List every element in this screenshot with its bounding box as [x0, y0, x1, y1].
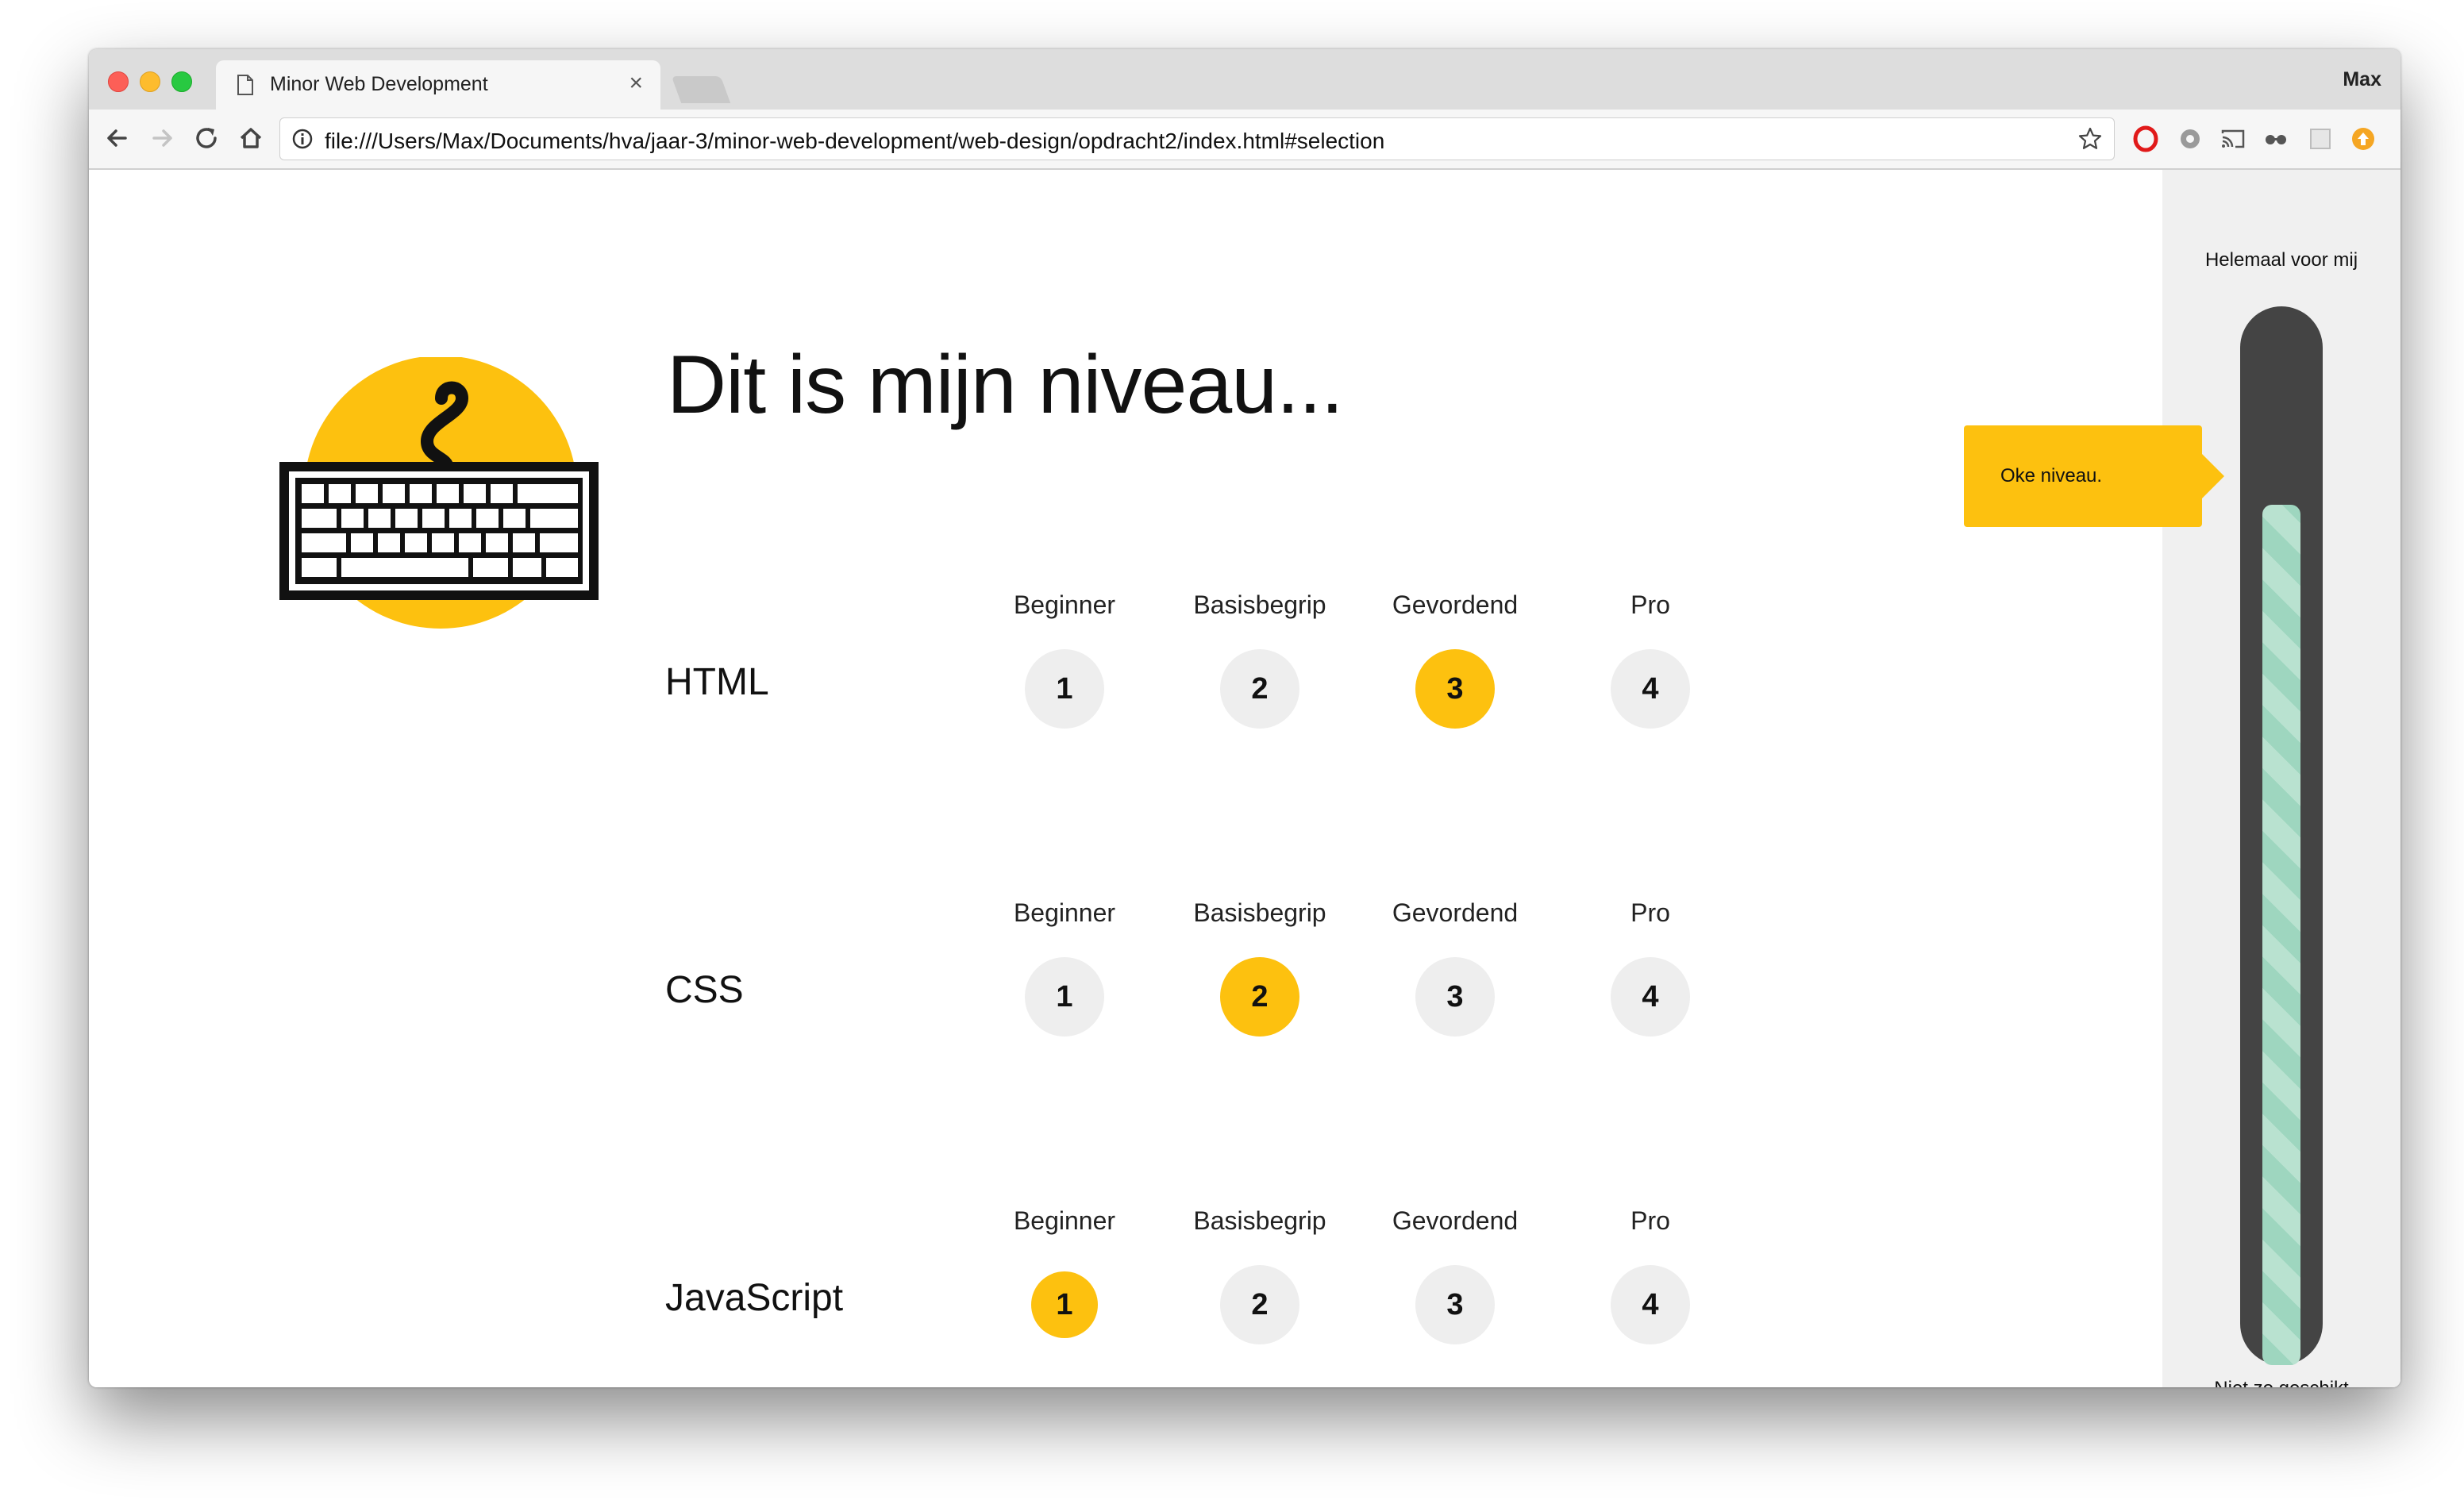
level-meter-fill: [2262, 505, 2300, 1365]
level-label: Beginner: [1013, 590, 1116, 619]
tab-bar: Minor Web Development × Max: [89, 49, 2400, 110]
cast-icon[interactable]: [2220, 125, 2246, 152]
home-icon[interactable]: [235, 122, 267, 154]
forward-icon[interactable]: [146, 122, 178, 154]
back-icon[interactable]: [102, 122, 133, 154]
browser-toolbar: file:///Users/Max/Documents/hva/jaar-3/m…: [89, 110, 2400, 170]
level-button[interactable]: 3: [1415, 1265, 1495, 1344]
level-label: Basisbegrip: [1193, 1206, 1326, 1235]
level-option: Pro 4: [1553, 590, 1748, 729]
skill-row: JavaScript Beginner 1 Basisbegrip 2 Gevordend…: [89, 1206, 1994, 1381]
document-icon: [237, 75, 253, 95]
level-label: Basisbegrip: [1193, 898, 1326, 927]
skill-name: JavaScript: [665, 1277, 844, 1319]
page-title: Dit is mijn niveau...: [667, 339, 1344, 431]
skill-row: HTML Beginner 1 Basisbegrip 2 Gevordend 3 Pro 4: [89, 590, 1994, 765]
level-button[interactable]: 2: [1220, 957, 1299, 1037]
level-button[interactable]: 4: [1611, 957, 1690, 1037]
meter-bottom-label: Niet zo geschikt: [2162, 1378, 2400, 1387]
level-option: Basisbegrip 2: [1162, 590, 1357, 729]
level-button[interactable]: 1: [1031, 1271, 1098, 1338]
url-text[interactable]: file:///Users/Max/Documents/hva/jaar-3/m…: [325, 129, 1384, 154]
level-option: Pro 4: [1553, 1206, 1748, 1344]
level-label: Pro: [1630, 590, 1670, 619]
level-button[interactable]: 2: [1220, 649, 1299, 729]
level-button[interactable]: 1: [1025, 957, 1104, 1037]
close-tab-icon[interactable]: ×: [629, 70, 643, 97]
level-meter: [2240, 306, 2323, 1365]
page-content: Dit is mijn niveau... HTML Beginner 1 Basis…: [89, 170, 2400, 1387]
tab-title: Minor Web Development: [270, 73, 488, 95]
level-label: Gevordend: [1392, 1206, 1519, 1235]
opera-icon[interactable]: [2132, 125, 2159, 152]
level-option: Basisbegrip 2: [1162, 1206, 1357, 1344]
level-option: Gevordend 3: [1357, 1206, 1553, 1344]
minimize-window-button[interactable]: [140, 71, 160, 92]
meter-tooltip: Oke niveau.: [1964, 425, 2224, 527]
settings-icon[interactable]: [2177, 125, 2204, 152]
skill-row: CSS Beginner 1 Basisbegrip 2 Gevordend 3 Pro 4: [89, 898, 1994, 1073]
level-label: Pro: [1630, 898, 1670, 927]
level-button[interactable]: 3: [1415, 957, 1495, 1037]
level-option: Beginner 1: [967, 590, 1162, 729]
level-label: Pro: [1630, 1206, 1670, 1235]
level-option: Pro 4: [1553, 898, 1748, 1037]
level-label: Gevordend: [1392, 898, 1519, 927]
info-icon[interactable]: [291, 128, 314, 150]
tab-active[interactable]: Minor Web Development ×: [216, 60, 660, 110]
level-button[interactable]: 2: [1220, 1265, 1299, 1344]
level-button[interactable]: 4: [1611, 1265, 1690, 1344]
update-icon[interactable]: [2350, 125, 2377, 152]
close-window-button[interactable]: [108, 71, 129, 92]
level-option: Gevordend 3: [1357, 590, 1553, 729]
level-label: Gevordend: [1392, 590, 1519, 619]
level-label: Basisbegrip: [1193, 590, 1326, 619]
reload-icon[interactable]: [191, 122, 222, 154]
level-button[interactable]: 1: [1025, 649, 1104, 729]
level-option: Beginner 1: [967, 898, 1162, 1037]
level-option: Beginner 1: [967, 1206, 1162, 1338]
skill-name: HTML: [665, 661, 769, 703]
skill-name: CSS: [665, 969, 744, 1011]
extension-icon[interactable]: [2307, 125, 2334, 152]
level-option: Gevordend 3: [1357, 898, 1553, 1037]
address-bar[interactable]: file:///Users/Max/Documents/hva/jaar-3/m…: [279, 117, 2115, 160]
browser-window: Minor Web Development × Max file:///User…: [89, 49, 2400, 1387]
level-label: Beginner: [1013, 1206, 1116, 1235]
meter-tooltip-text: Oke niveau.: [2000, 465, 2103, 487]
level-button[interactable]: 3: [1415, 649, 1495, 729]
meter-top-label: Helemaal voor mij: [2204, 249, 2358, 271]
level-label: Beginner: [1013, 898, 1116, 927]
profile-name[interactable]: Max: [2343, 68, 2381, 91]
star-icon[interactable]: [2077, 126, 2103, 152]
new-tab-button[interactable]: [671, 76, 731, 103]
maximize-window-button[interactable]: [171, 71, 192, 92]
level-option: Basisbegrip 2: [1162, 898, 1357, 1037]
level-button[interactable]: 4: [1611, 649, 1690, 729]
glasses-icon[interactable]: [2262, 125, 2289, 152]
